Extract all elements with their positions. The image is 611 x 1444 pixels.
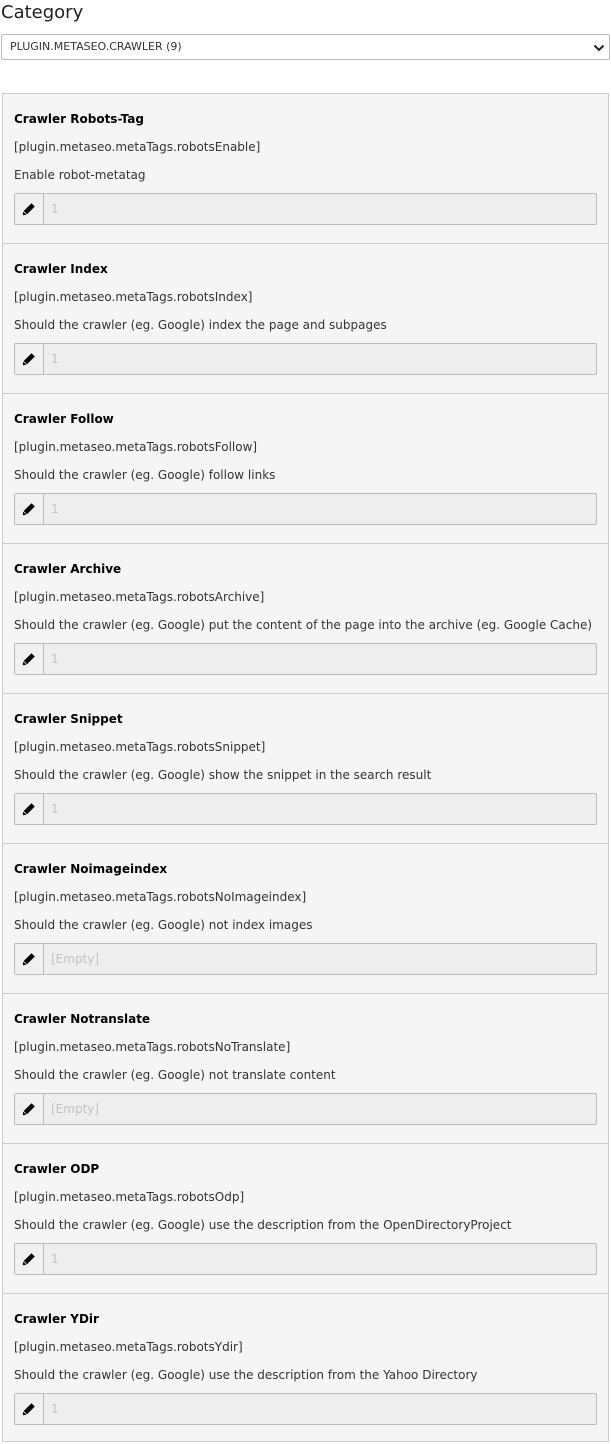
- setting-value: 1: [51, 652, 59, 666]
- setting-description: Should the crawler (eg. Google) put the …: [14, 618, 593, 632]
- setting-value: 1: [51, 352, 59, 366]
- setting-key: [plugin.metaseo.metaTags.robotsYdir]: [14, 1340, 243, 1354]
- setting-value: 1: [51, 1252, 59, 1266]
- setting-description: Should the crawler (eg. Google) not inde…: [14, 918, 313, 932]
- setting-field[interactable]: 1: [14, 493, 597, 525]
- setting-item: Crawler Noimageindex [plugin.metaseo.met…: [3, 844, 608, 994]
- setting-key: [plugin.metaseo.metaTags.robotsArchive]: [14, 590, 265, 604]
- edit-button[interactable]: [15, 644, 44, 674]
- settings-panel: Crawler Robots-Tag [plugin.metaseo.metaT…: [2, 93, 609, 1442]
- edit-button[interactable]: [15, 344, 44, 374]
- category-select[interactable]: PLUGIN.METASEO.CRAWLER (9): [1, 34, 610, 60]
- setting-title: Crawler Snippet: [14, 712, 123, 726]
- setting-key: [plugin.metaseo.metaTags.robotsNoTransla…: [14, 1040, 291, 1054]
- setting-value: 1: [51, 802, 59, 816]
- setting-field[interactable]: 1: [14, 193, 597, 225]
- pencil-icon: [22, 1403, 35, 1416]
- setting-value: [Empty]: [51, 1102, 100, 1116]
- edit-button[interactable]: [15, 794, 44, 824]
- pencil-icon: [22, 353, 35, 366]
- edit-button[interactable]: [15, 194, 44, 224]
- setting-key: [plugin.metaseo.metaTags.robotsEnable]: [14, 140, 261, 154]
- setting-item: Crawler Notranslate [plugin.metaseo.meta…: [3, 994, 608, 1144]
- pencil-icon: [22, 1103, 35, 1116]
- setting-title: Crawler Noimageindex: [14, 862, 168, 876]
- setting-description: Should the crawler (eg. Google) index th…: [14, 318, 387, 332]
- setting-item: Crawler ODP [plugin.metaseo.metaTags.rob…: [3, 1144, 608, 1294]
- setting-description: Should the crawler (eg. Google) use the …: [14, 1218, 512, 1232]
- pencil-icon: [22, 203, 35, 216]
- pencil-icon: [22, 803, 35, 816]
- edit-button[interactable]: [15, 944, 44, 974]
- setting-description: Should the crawler (eg. Google) not tran…: [14, 1068, 336, 1082]
- setting-item: Crawler Archive [plugin.metaseo.metaTags…: [3, 544, 608, 694]
- setting-title: Crawler Notranslate: [14, 1012, 151, 1026]
- edit-button[interactable]: [15, 1244, 44, 1274]
- setting-item: Crawler Index [plugin.metaseo.metaTags.r…: [3, 244, 608, 394]
- pencil-icon: [22, 503, 35, 516]
- chevron-down-icon: [593, 44, 605, 52]
- setting-field[interactable]: 1: [14, 793, 597, 825]
- setting-key: [plugin.metaseo.metaTags.robotsSnippet]: [14, 740, 266, 754]
- setting-description: Should the crawler (eg. Google) use the …: [14, 1368, 478, 1382]
- setting-title: Crawler Archive: [14, 562, 122, 576]
- setting-key: [plugin.metaseo.metaTags.robotsNoImagein…: [14, 890, 307, 904]
- pencil-icon: [22, 953, 35, 966]
- setting-title: Crawler ODP: [14, 1162, 100, 1176]
- edit-button[interactable]: [15, 1394, 44, 1424]
- setting-value: 1: [51, 1402, 59, 1416]
- category-select-value: PLUGIN.METASEO.CRAWLER (9): [10, 40, 182, 53]
- setting-key: [plugin.metaseo.metaTags.robotsOdp]: [14, 1190, 245, 1204]
- setting-field[interactable]: [Empty]: [14, 943, 597, 975]
- setting-item: Crawler Follow [plugin.metaseo.metaTags.…: [3, 394, 608, 544]
- setting-field[interactable]: [Empty]: [14, 1093, 597, 1125]
- setting-title: Crawler Robots-Tag: [14, 112, 144, 126]
- category-heading: Category: [1, 2, 84, 23]
- setting-field[interactable]: 1: [14, 1393, 597, 1425]
- edit-button[interactable]: [15, 1094, 44, 1124]
- setting-title: Crawler Follow: [14, 412, 114, 426]
- setting-item: Crawler Robots-Tag [plugin.metaseo.metaT…: [3, 94, 608, 244]
- pencil-icon: [22, 1253, 35, 1266]
- setting-value: 1: [51, 502, 59, 516]
- setting-item: Crawler Snippet [plugin.metaseo.metaTags…: [3, 694, 608, 844]
- pencil-icon: [22, 653, 35, 666]
- setting-key: [plugin.metaseo.metaTags.robotsIndex]: [14, 290, 253, 304]
- setting-value: [Empty]: [51, 952, 100, 966]
- setting-title: Crawler YDir: [14, 1312, 99, 1326]
- setting-description: Should the crawler (eg. Google) follow l…: [14, 468, 276, 482]
- setting-description: Enable robot-metatag: [14, 168, 146, 182]
- edit-button[interactable]: [15, 494, 44, 524]
- setting-field[interactable]: 1: [14, 343, 597, 375]
- setting-key: [plugin.metaseo.metaTags.robotsFollow]: [14, 440, 258, 454]
- setting-value: 1: [51, 202, 59, 216]
- setting-title: Crawler Index: [14, 262, 108, 276]
- setting-field[interactable]: 1: [14, 643, 597, 675]
- setting-field[interactable]: 1: [14, 1243, 597, 1275]
- setting-item: Crawler YDir [plugin.metaseo.metaTags.ro…: [3, 1294, 608, 1444]
- setting-description: Should the crawler (eg. Google) show the…: [14, 768, 432, 782]
